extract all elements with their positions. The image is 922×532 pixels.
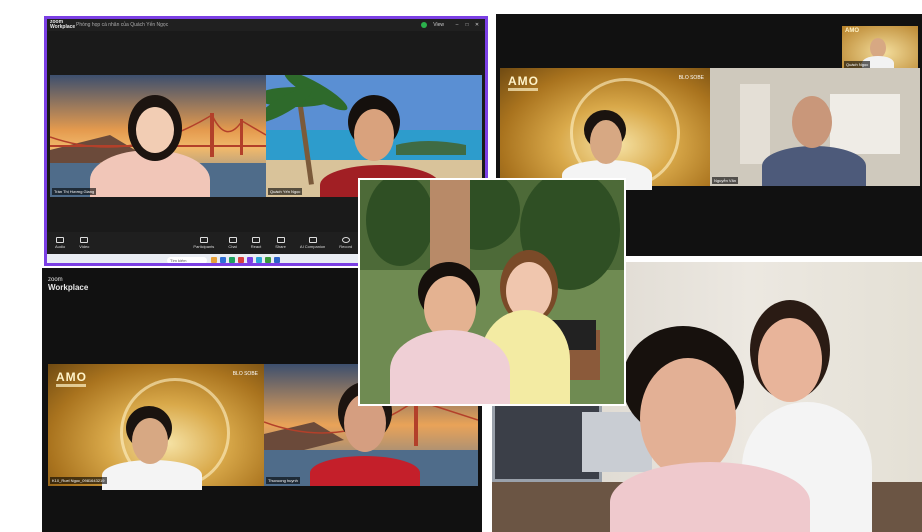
chat-label: Chat [228,244,237,249]
share-label: Share [275,244,286,249]
record-label: Record [339,244,353,249]
participant-name-tag: Quách Yến Ngọc [268,188,303,195]
app-icon[interactable] [229,257,235,263]
brand-workplace: Workplace [48,283,89,292]
participant-face [136,107,174,153]
participant-name-tag: Nguyễn Văn [712,177,739,184]
camera-icon [80,237,89,243]
person-body [390,330,510,404]
participant-name-tag: Thuvuong huynh [266,477,300,484]
window-title: Phòng họp cá nhân của Quách Yến Ngọc [76,22,169,28]
microphone-icon [56,237,65,243]
amo-logo: AMO [508,74,539,88]
participant-body [102,460,202,490]
heart-icon [251,237,260,243]
self-view-logo: AMO [845,28,859,34]
person-body [610,462,810,532]
close-icon[interactable]: ✕ [472,22,482,28]
sparkle-icon [308,237,317,243]
window-titlebar: zoom Workplace Phòng họp cá nhân của Quá… [47,19,485,31]
participant-body [762,146,866,186]
participants-button[interactable]: Participants [193,237,214,249]
minimize-icon[interactable]: – [452,22,462,28]
zoom-brand: zoom Workplace [48,276,88,292]
video-tile-amo[interactable]: AMO BLO SOBE [500,68,710,190]
participants-icon [199,237,208,243]
garden-photo [358,178,626,406]
amo-brand: BLO SOBE [678,75,704,81]
chat-button[interactable]: Chat [228,237,237,249]
react-label: React [250,244,262,249]
video-label: Video [79,244,90,249]
amo-brand: BLO SOBE [232,371,258,377]
person-face [758,318,822,402]
participant-body [310,456,420,486]
video-tile-room[interactable]: Nguyễn Văn [710,68,920,186]
participant-face [590,120,622,164]
amo-tagline [508,88,538,91]
zoom-brand: zoom Workplace [50,20,76,30]
door-decoration [740,84,770,164]
app-icon[interactable] [238,257,244,263]
ai-companion-button[interactable]: AI Companion [300,237,325,249]
record-button[interactable]: Record [339,237,352,249]
record-icon [341,237,350,243]
app-icon[interactable] [256,257,262,263]
react-button[interactable]: React [251,237,261,249]
taskbar-search[interactable]: Tìm kiếm [167,256,207,263]
video-button[interactable]: Video [79,237,89,249]
participants-label: Participants [193,244,215,249]
participant-face [792,96,832,148]
amo-logo: AMO [56,370,87,384]
participant-name-tag: K10_Ruel Ngọc_0981643219 [50,477,107,484]
app-icon[interactable] [220,257,226,263]
view-button[interactable]: View [433,22,444,28]
brand-workplace: Workplace [50,24,76,30]
audio-label: Audio [55,244,66,249]
share-icon [276,237,285,243]
self-view-tile[interactable]: AMO Quách Ngọc [842,26,918,70]
participant-name-tag: Trần Thị Hương Giang [52,188,97,195]
window-decoration [830,94,900,154]
ai-label: AI Companion [299,244,326,249]
chat-icon [228,237,237,243]
participant-face [132,418,168,464]
app-icon[interactable] [265,257,271,263]
app-icon[interactable] [247,257,253,263]
maximize-icon[interactable]: □ [462,22,472,28]
audio-button[interactable]: Audio [55,237,65,249]
participant-face [870,38,886,58]
app-icon[interactable] [274,257,280,263]
amo-tagline [56,384,86,387]
video-tile-amo[interactable]: AMO BLO SOBE K10_Ruel Ngọc_0981643219 [48,364,264,490]
share-button[interactable]: Share [275,237,286,249]
participant-face [354,109,394,161]
person-face [640,358,736,478]
video-tile-left[interactable]: Trần Thị Hương Giang [50,75,266,197]
security-shield-icon[interactable] [421,22,428,28]
app-icon[interactable] [211,257,217,263]
self-view-name: Quách Ngọc [844,61,871,68]
